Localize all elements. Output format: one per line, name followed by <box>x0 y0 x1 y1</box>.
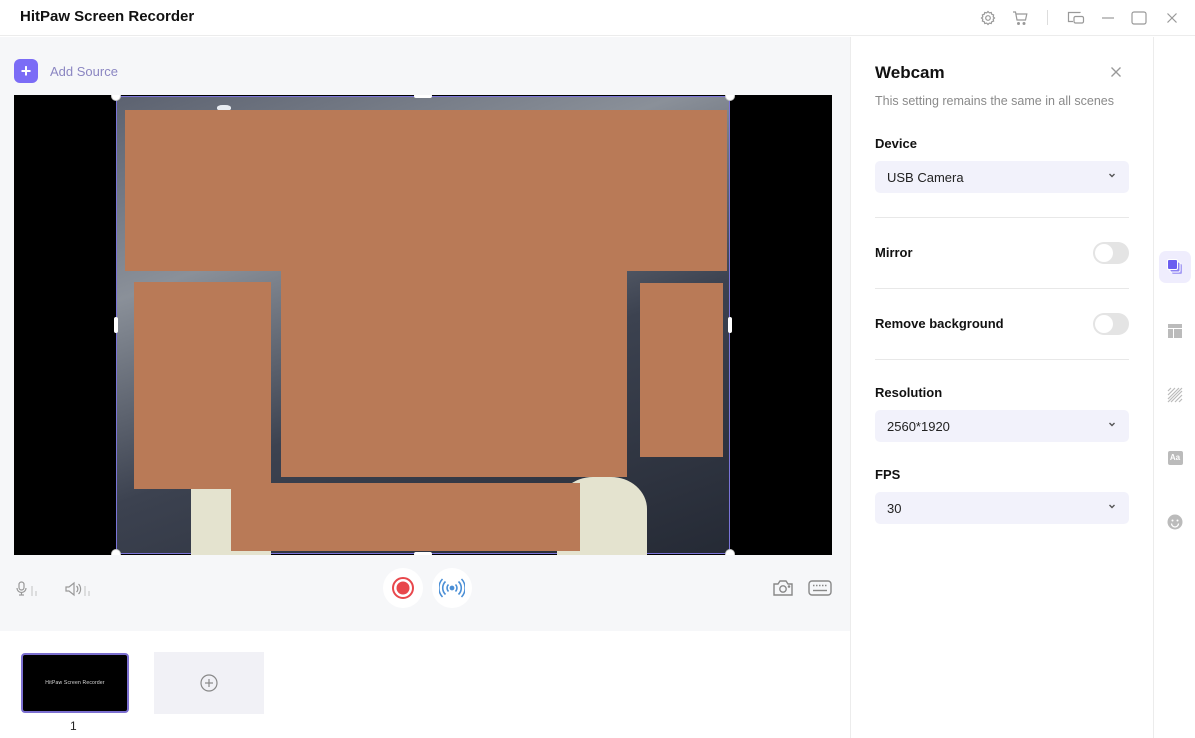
scene-thumbnail[interactable]: HitPaw Screen Recorder <box>21 653 129 713</box>
titlebar-separator <box>1047 10 1048 25</box>
add-scene-icon <box>200 674 218 692</box>
remove-background-toggle[interactable] <box>1093 313 1129 335</box>
mini-mode-icon[interactable] <box>1066 8 1086 28</box>
maximize-icon[interactable] <box>1129 8 1149 28</box>
resize-handle-right[interactable] <box>728 317 732 333</box>
remove-background-label: Remove background <box>875 316 1004 331</box>
speaker-icon[interactable] <box>65 581 93 597</box>
resize-handle-left[interactable] <box>114 317 118 333</box>
rail-sticker-button[interactable] <box>1159 506 1191 538</box>
fps-select[interactable]: 30 <box>875 492 1129 524</box>
redaction-block <box>231 483 580 551</box>
resolution-label: Resolution <box>875 385 943 400</box>
sticker-icon <box>1167 514 1183 530</box>
rail-layers-button[interactable] <box>1159 251 1191 283</box>
keyboard-icon[interactable] <box>808 580 832 596</box>
canvas-preview[interactable] <box>14 95 832 555</box>
right-tool-rail: Aa <box>1153 37 1195 738</box>
layout-icon <box>1168 324 1182 338</box>
panel-close-icon[interactable] <box>1110 65 1124 79</box>
settings-icon[interactable] <box>978 8 998 28</box>
resize-handle-top-right[interactable] <box>725 95 735 101</box>
redaction-block <box>125 110 727 271</box>
rail-background-button[interactable] <box>1159 379 1191 411</box>
redaction-block <box>640 283 723 457</box>
chevron-down-icon <box>1109 504 1115 509</box>
rail-text-button[interactable]: Aa <box>1159 442 1191 474</box>
live-stream-button[interactable] <box>432 568 472 608</box>
control-bar <box>0 565 850 611</box>
close-icon[interactable] <box>1162 8 1182 28</box>
record-icon <box>392 577 414 599</box>
app-title: HitPaw Screen Recorder <box>20 8 195 25</box>
cart-icon[interactable] <box>1010 8 1030 28</box>
screenshot-camera-icon[interactable] <box>772 579 794 597</box>
toggle-knob <box>1095 315 1113 333</box>
title-bar: HitPaw Screen Recorder <box>0 0 1195 36</box>
fps-label: FPS <box>875 467 901 482</box>
redaction-block <box>281 267 627 477</box>
panel-title: Webcam <box>875 63 945 82</box>
add-scene-button[interactable] <box>154 652 264 714</box>
divider <box>875 359 1129 360</box>
chevron-down-icon <box>1109 173 1115 178</box>
add-source-button[interactable]: + Add Source <box>14 59 118 83</box>
live-stream-icon <box>439 578 465 598</box>
webcam-source[interactable] <box>116 96 730 555</box>
microphone-icon[interactable] <box>15 581 41 597</box>
mirror-label: Mirror <box>875 245 913 260</box>
device-label: Device <box>875 136 917 151</box>
chevron-down-icon <box>1109 422 1115 427</box>
resize-handle-bottom-left[interactable] <box>111 549 121 555</box>
fps-value: 30 <box>887 501 902 516</box>
rail-layout-button[interactable] <box>1159 315 1191 347</box>
background-pattern-icon <box>1167 387 1183 403</box>
divider <box>875 288 1129 289</box>
webcam-settings-panel: Webcam This setting remains the same in … <box>850 37 1153 738</box>
record-button[interactable] <box>383 568 423 608</box>
resolution-value: 2560*1920 <box>887 419 950 434</box>
redaction-block <box>134 282 271 489</box>
resize-handle-bottom-right[interactable] <box>725 549 735 555</box>
resize-handle-top[interactable] <box>414 95 432 98</box>
scenes-strip: HitPaw Screen Recorder 1 <box>0 631 850 738</box>
plus-icon: + <box>14 59 38 83</box>
device-value: USB Camera <box>887 170 964 185</box>
panel-subtitle: This setting remains the same in all sce… <box>875 94 1114 108</box>
device-select[interactable]: USB Camera <box>875 161 1129 193</box>
layers-icon <box>1167 259 1182 274</box>
add-source-label: Add Source <box>50 63 118 79</box>
main-workspace: + Add Source <box>0 37 850 631</box>
scene-number: 1 <box>70 719 77 733</box>
mirror-toggle[interactable] <box>1093 242 1129 264</box>
resolution-select[interactable]: 2560*1920 <box>875 410 1129 442</box>
text-icon: Aa <box>1167 451 1183 465</box>
minimize-icon[interactable] <box>1098 8 1118 28</box>
divider <box>875 217 1129 218</box>
toggle-knob <box>1095 244 1113 262</box>
scene-thumb-text: HitPaw Screen Recorder <box>45 680 105 686</box>
resize-handle-bottom[interactable] <box>414 552 432 555</box>
